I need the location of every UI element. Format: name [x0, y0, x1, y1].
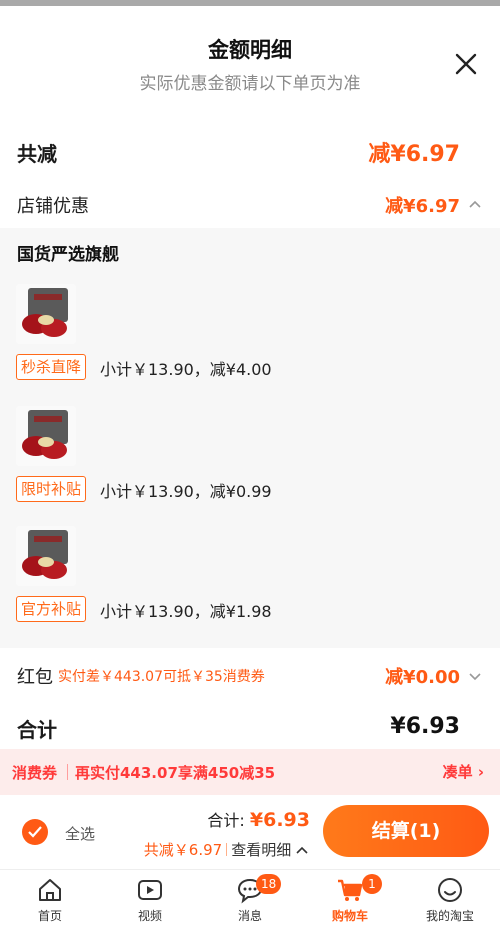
sum-label: 合计:: [207, 811, 245, 830]
divider: [226, 843, 228, 856]
chevron-down-icon[interactable]: [468, 669, 482, 683]
promo-tag: 限时补贴: [16, 476, 87, 502]
item-subtotal: 小计￥13.90，减¥0.99: [100, 482, 272, 501]
shop-discount-panel: 国货严选旗舰 秒杀直降 小计￥13.90，减¥4.00 限时补贴 小计￥13.9…: [0, 228, 500, 648]
item-subtotal: 小计￥13.90，减¥4.00: [100, 360, 272, 379]
cart-icon: [338, 879, 363, 901]
tab-label: 首页: [37, 909, 62, 923]
tab-my-taobao[interactable]: 我的淘宝: [400, 870, 500, 928]
sum-value: ¥6.93: [249, 809, 310, 831]
discount-summary[interactable]: 共减￥6.97 查看明细: [144, 839, 308, 860]
red-packet-label: 红包: [17, 667, 53, 688]
message-badge: 18: [256, 874, 282, 894]
coupon-text: 再实付443.07享满450减35: [75, 764, 276, 782]
store-name: 国货严选旗舰: [17, 245, 119, 265]
item-subtotal: 小计￥13.90，减¥1.98: [100, 602, 272, 621]
bottom-tab-bar: 首页 视频 18 消息 1 购物车 我的淘宝: [0, 869, 500, 928]
total-value: ¥6.93: [390, 714, 460, 739]
coupon-label: 消费券: [12, 764, 58, 782]
sheet-subtitle: 实际优惠金额请以下单页为准: [139, 74, 361, 94]
total-reduction-label: 共减: [17, 142, 57, 166]
tab-home[interactable]: 首页: [0, 870, 100, 928]
list-item: 限时补贴 小计￥13.90，减¥0.99: [0, 406, 500, 506]
coupon-banner[interactable]: 消费券 再实付443.07享满450减35 凑单 ›: [0, 749, 500, 795]
product-image: [16, 526, 76, 586]
shop-discount-label: 店铺优惠: [17, 196, 89, 217]
shop-discount-row[interactable]: 店铺优惠 减¥6.97: [0, 188, 500, 222]
total-label: 合计: [17, 718, 57, 742]
add-items-link[interactable]: 凑单 ›: [443, 761, 484, 782]
tab-label: 我的淘宝: [425, 909, 474, 923]
red-packet-note: 实付差￥443.07可抵￥35消费券: [58, 669, 265, 685]
total-reduction-row: 共减 减¥6.97: [0, 134, 500, 174]
tab-video[interactable]: 视频: [100, 870, 200, 928]
chevron-up-icon: [296, 846, 308, 854]
profile-icon: [438, 878, 462, 902]
red-packet-row[interactable]: 红包 实付差￥443.07可抵￥35消费券 减¥0.00: [0, 661, 500, 691]
close-icon[interactable]: [454, 52, 478, 76]
home-icon: [39, 879, 61, 901]
promo-tag: 官方补贴: [16, 596, 87, 622]
product-image: [16, 284, 76, 344]
view-detail-link[interactable]: 查看明细: [231, 841, 291, 859]
sheet-title: 金额明细: [208, 38, 292, 62]
check-icon: [28, 826, 42, 838]
total-reduction-value: 减¥6.97: [368, 142, 460, 167]
tab-label: 消息: [237, 909, 262, 923]
checkout-button[interactable]: 结算(1): [323, 805, 489, 857]
promo-tag: 秒杀直降: [16, 354, 87, 380]
red-packet-value: 减¥0.00: [385, 667, 460, 688]
cart-badge: 1: [362, 874, 382, 894]
tab-label: 视频: [137, 909, 162, 923]
divider: [67, 764, 68, 780]
shop-discount-value: 减¥6.97: [385, 196, 460, 217]
total-row: 合计 ¥6.93: [0, 712, 500, 748]
chevron-up-icon[interactable]: [468, 198, 482, 212]
video-icon: [138, 880, 162, 900]
discount-text: 共减￥6.97: [143, 841, 223, 859]
product-image: [16, 406, 76, 466]
tab-messages[interactable]: 18 消息: [200, 870, 300, 928]
checkout-sum: 合计: ¥6.93: [207, 807, 310, 831]
select-all-label[interactable]: 全选: [65, 823, 95, 844]
select-all-checkbox[interactable]: [22, 819, 48, 845]
checkout-bar: 全选 合计: ¥6.93 共减￥6.97 查看明细 结算(1): [0, 795, 500, 869]
list-item: 官方补贴 小计￥13.90，减¥1.98: [0, 526, 500, 626]
tab-cart[interactable]: 1 购物车: [300, 870, 400, 928]
list-item: 秒杀直降 小计￥13.90，减¥4.00: [0, 284, 500, 384]
tab-label: 购物车: [331, 909, 368, 923]
